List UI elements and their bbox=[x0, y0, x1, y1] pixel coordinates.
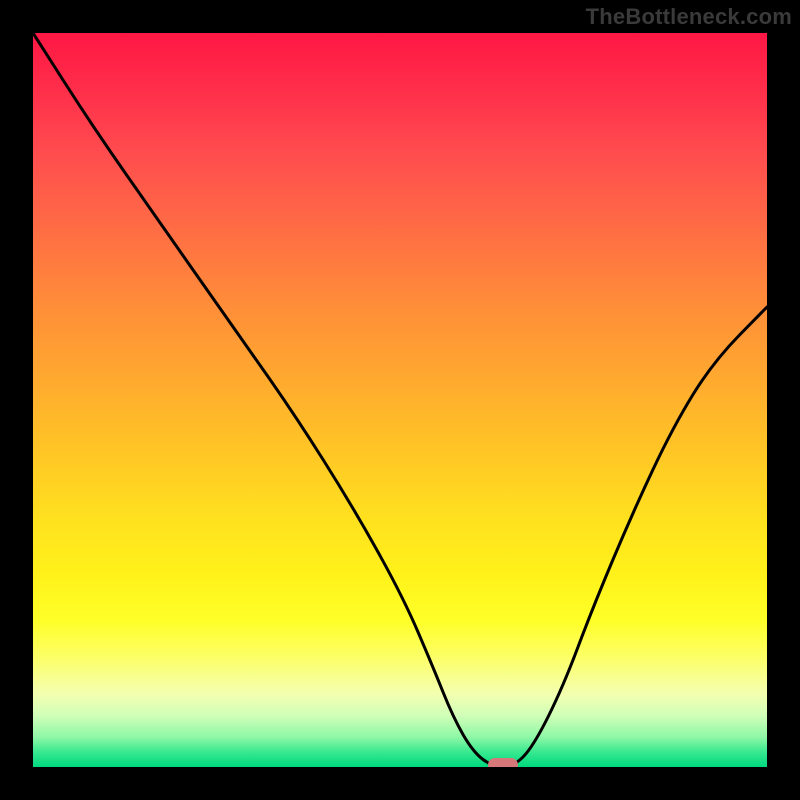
chart-frame: TheBottleneck.com bbox=[0, 0, 800, 800]
watermark-text: TheBottleneck.com bbox=[586, 4, 792, 30]
plot-area bbox=[33, 33, 767, 767]
optimum-marker bbox=[488, 758, 518, 767]
background-gradient bbox=[33, 33, 767, 767]
